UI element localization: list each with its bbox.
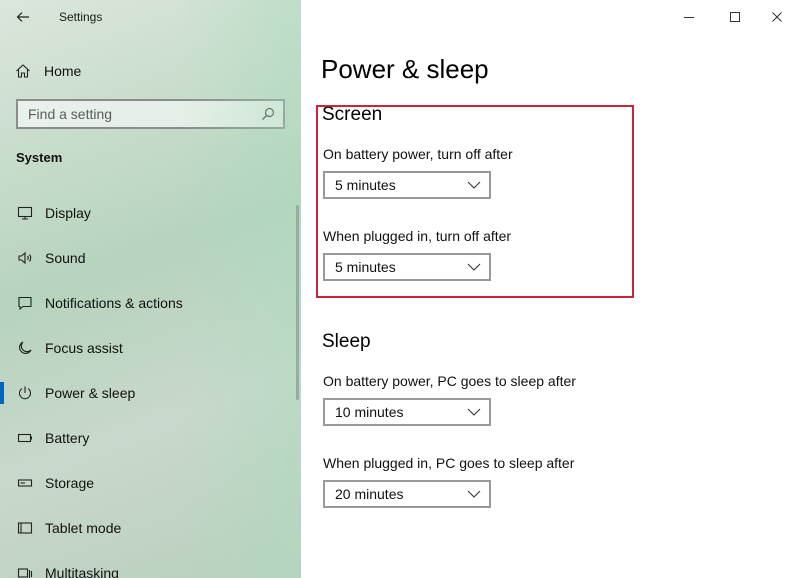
sleep-section-title: Sleep [322,331,371,352]
sleep-plugged-label: When plugged in, PC goes to sleep after [323,455,575,471]
sidebar-item-label: Display [45,204,91,221]
close-button[interactable] [754,4,800,30]
sidebar-item-notifications[interactable]: Notifications & actions [0,280,296,325]
nav-list: Display Sound Notifications & actions Fo… [0,190,296,578]
dropdown-value: 5 minutes [335,177,396,193]
back-button[interactable] [10,6,36,28]
sleep-battery-dropdown[interactable]: 10 minutes [323,398,491,426]
notification-icon [16,294,34,312]
multitasking-icon [16,564,34,578]
sidebar: Settings Home System Display Sound [0,0,301,578]
sidebar-item-sound[interactable]: Sound [0,235,296,280]
sidebar-item-multitasking[interactable]: Multitasking [0,550,296,578]
sleep-plugged-dropdown[interactable]: 20 minutes [323,480,491,508]
sidebar-item-storage[interactable]: Storage [0,460,296,505]
dropdown-value: 10 minutes [335,404,404,420]
screen-battery-label: On battery power, turn off after [323,146,513,162]
sidebar-item-label: Battery [45,429,90,446]
minimize-icon [684,17,694,18]
title-bar: Settings [0,0,301,34]
speaker-icon [16,249,34,267]
section-label-system: System [16,150,63,165]
search-icon[interactable] [260,106,276,122]
app-title: Settings [59,10,103,24]
home-link[interactable]: Home [14,58,284,84]
search-box[interactable] [16,99,285,129]
maximize-icon [730,12,740,22]
sidebar-item-label: Sound [45,249,86,266]
close-icon [772,12,782,22]
screen-plugged-label: When plugged in, turn off after [323,228,512,244]
dropdown-value: 5 minutes [335,259,396,275]
sidebar-item-label: Notifications & actions [45,294,183,311]
display-icon [16,204,34,222]
sidebar-item-label: Focus assist [45,339,123,356]
minimize-button[interactable] [666,4,712,30]
maximize-button[interactable] [712,4,758,30]
back-arrow-icon [16,12,29,22]
sidebar-item-display[interactable]: Display [0,190,296,235]
power-icon [16,384,34,402]
chevron-down-icon [467,181,481,189]
screen-section-title: Screen [322,104,383,125]
sidebar-item-label: Power & sleep [45,384,136,401]
content-pane: Power & sleep Screen On battery power, t… [301,0,800,578]
sidebar-item-tablet-mode[interactable]: Tablet mode [0,505,296,550]
screen-plugged-dropdown[interactable]: 5 minutes [323,253,491,281]
battery-icon [16,429,34,447]
page-title: Power & sleep [321,54,489,84]
sidebar-item-label: Tablet mode [45,519,122,536]
sidebar-item-label: Multitasking [45,564,119,578]
chevron-down-icon [467,490,481,498]
sidebar-scrollbar[interactable] [296,205,299,400]
dropdown-value: 20 minutes [335,486,404,502]
search-input[interactable] [28,106,253,122]
sleep-battery-label: On battery power, PC goes to sleep after [323,373,576,389]
chevron-down-icon [467,408,481,416]
sidebar-item-label: Storage [45,474,95,491]
home-label: Home [44,63,82,79]
chevron-down-icon [467,263,481,271]
tablet-icon [16,519,34,537]
moon-icon [16,339,34,357]
sidebar-item-power-sleep[interactable]: Power & sleep [0,370,296,415]
screen-battery-dropdown[interactable]: 5 minutes [323,171,491,199]
storage-icon [16,474,34,492]
sidebar-item-battery[interactable]: Battery [0,415,296,460]
home-icon [14,62,32,80]
sidebar-item-focus-assist[interactable]: Focus assist [0,325,296,370]
